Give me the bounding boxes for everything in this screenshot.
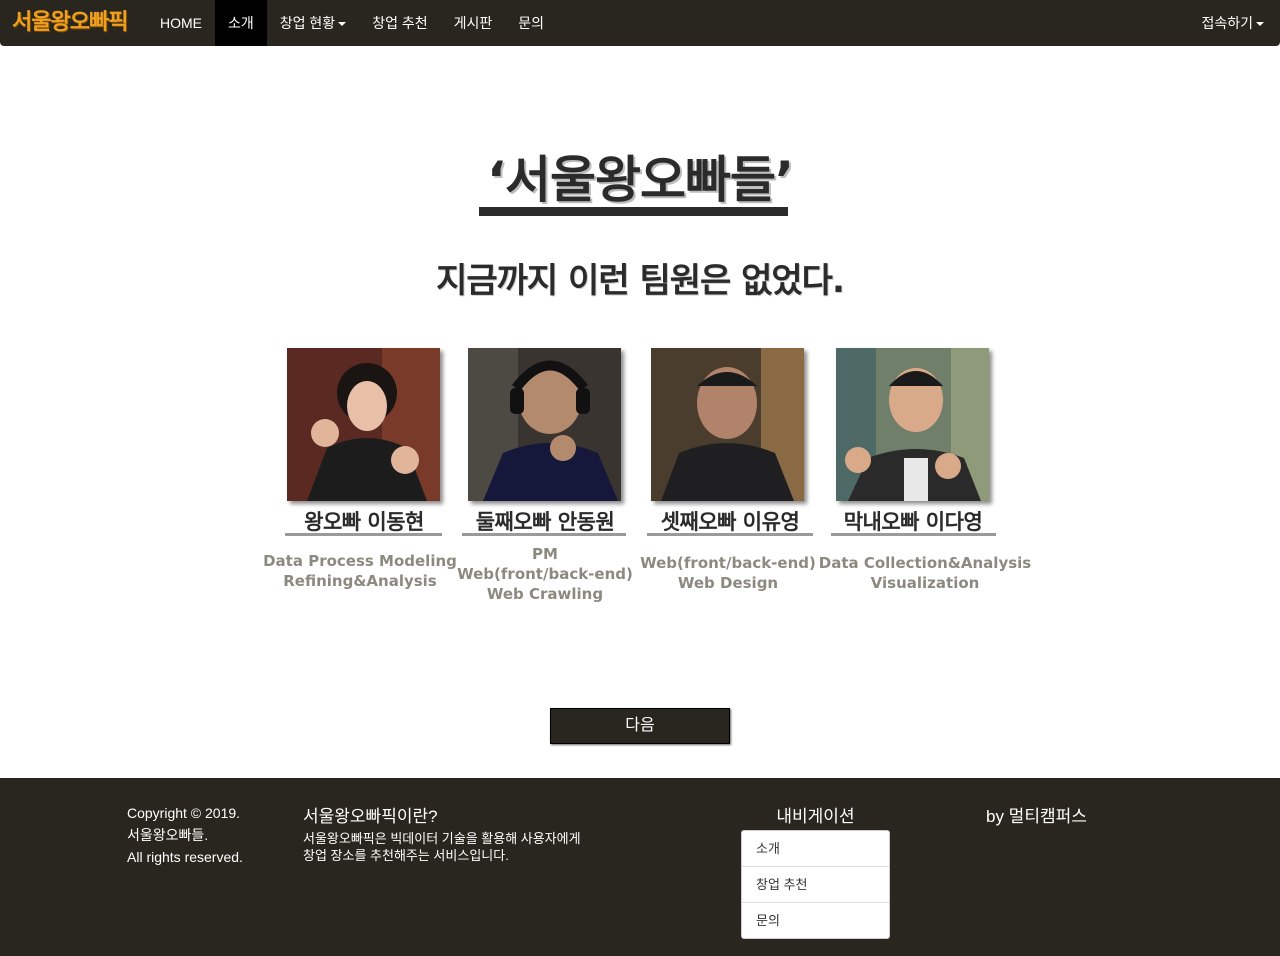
about-line: 서울왕오빠픽은 빅데이터 기술을 활용해 사용자에게 xyxy=(303,831,581,846)
member-photo-1 xyxy=(287,348,440,501)
footer-about-title: 서울왕오빠픽이란? xyxy=(303,807,438,826)
footer-navigation-list: 소개 창업 추천 문의 xyxy=(741,830,890,939)
top-navbar: 서울왕오빠픽 HOME 소개 창업 현황 창업 추천 게시판 문의 접속하기 xyxy=(0,0,1280,46)
footer-copyright: Copyright © 2019. 서울왕오빠들. All rights res… xyxy=(127,802,243,868)
login-dropdown[interactable]: 접속하기 xyxy=(1201,0,1264,46)
hero-title: ‘서울왕오빠들’ xyxy=(487,151,794,209)
member-name-underline xyxy=(285,533,442,536)
copyright-line: All rights reserved. xyxy=(127,849,243,865)
hero-title-underline xyxy=(479,207,788,216)
nav-intro[interactable]: 소개 xyxy=(215,0,267,46)
footer-navigation-title: 내비게이션 xyxy=(776,807,855,826)
member-name-underline xyxy=(462,533,626,536)
footer-nav-contact[interactable]: 문의 xyxy=(742,903,889,938)
about-line: 창업 장소를 추천해주는 서비스입니다. xyxy=(303,848,509,863)
role-line: Web Design xyxy=(677,574,779,592)
footer-about-text: 서울왕오빠픽은 빅데이터 기술을 활용해 사용자에게 창업 장소를 추천해주는 … xyxy=(303,830,581,864)
member-roles-3: Web(front/back-end) Web Design xyxy=(618,553,838,593)
member-name-3: 셋째오빠 이유영 xyxy=(660,510,800,534)
role-line: Data Collection&Analysis xyxy=(818,554,1032,572)
role-line: Web(front/back-end) xyxy=(640,554,816,572)
login-dropdown-label: 접속하기 xyxy=(1201,15,1253,31)
footer: Copyright © 2019. 서울왕오빠들. All rights res… xyxy=(0,778,1280,956)
caret-down-icon xyxy=(1256,22,1264,27)
nav-contact[interactable]: 문의 xyxy=(505,0,557,46)
nav-startup-status[interactable]: 창업 현황 xyxy=(267,0,359,46)
nav-board[interactable]: 게시판 xyxy=(441,0,506,46)
caret-down-icon xyxy=(338,22,347,27)
member-name-underline xyxy=(647,533,813,536)
next-button[interactable]: 다음 xyxy=(550,708,730,744)
footer-nav-intro[interactable]: 소개 xyxy=(742,831,889,867)
nav-home[interactable]: HOME xyxy=(147,0,215,46)
hero-subtitle: 지금까지 이런 팀원은 없었다. xyxy=(436,261,845,301)
member-name-4: 막내오빠 이다영 xyxy=(843,510,983,534)
footer-by-text: by 멀티캠퍼스 xyxy=(986,807,1087,826)
member-name-underline xyxy=(831,533,996,536)
nav-startup-status-label: 창업 현황 xyxy=(279,15,336,31)
role-line: Visualization xyxy=(870,574,980,592)
member-name-2: 둘째오빠 안동원 xyxy=(475,510,615,534)
copyright-line: 서울왕오빠들. xyxy=(127,827,209,843)
member-photo-2 xyxy=(468,348,621,501)
member-roles-4: Data Collection&Analysis Visualization xyxy=(815,553,1035,593)
member-photo-4 xyxy=(836,348,989,501)
copyright-line: Copyright © 2019. xyxy=(127,805,241,821)
member-name-1: 왕오빠 이동현 xyxy=(304,510,424,534)
main-nav: HOME 소개 창업 현황 창업 추천 게시판 문의 xyxy=(147,0,557,46)
footer-nav-recommend[interactable]: 창업 추천 xyxy=(742,867,889,903)
brand-logo[interactable]: 서울왕오빠픽 xyxy=(12,7,128,39)
member-photo-3 xyxy=(651,348,804,501)
nav-startup-recommend[interactable]: 창업 추천 xyxy=(359,0,440,46)
